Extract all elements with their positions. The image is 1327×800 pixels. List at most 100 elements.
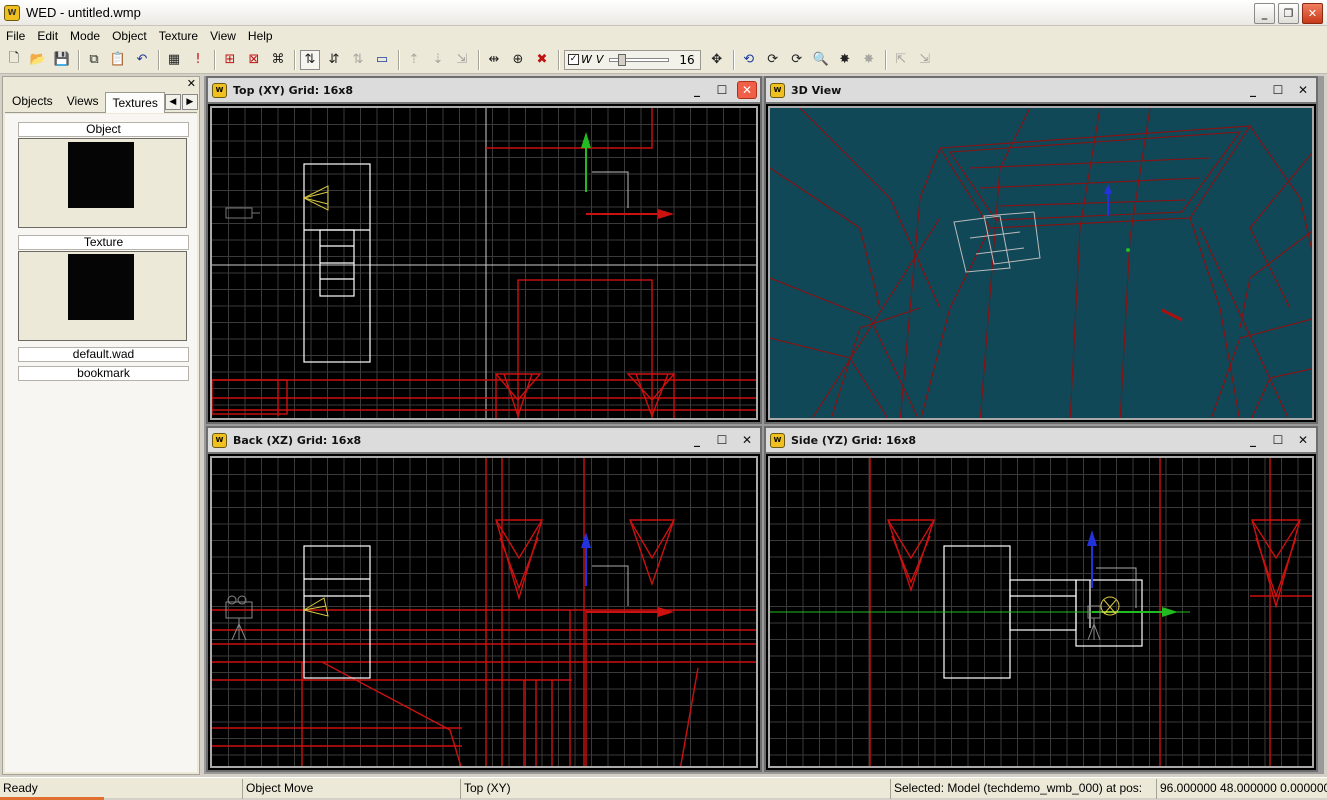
paste-icon[interactable]: 📋 <box>108 50 128 70</box>
viewport-canvas[interactable] <box>210 456 758 768</box>
maximize-icon[interactable]: ☐ <box>712 431 732 449</box>
open-folder-icon[interactable]: 📂 <box>28 50 48 70</box>
zoom-icon[interactable]: 🔍 <box>811 50 831 70</box>
new-file-icon[interactable]: 🗋 <box>4 50 24 70</box>
object-preview[interactable] <box>18 138 187 228</box>
walk-icon[interactable]: ⟳ <box>763 50 783 70</box>
move-up-icon[interactable]: ⇡ <box>404 50 424 70</box>
viewport-area: W Top (XY) Grid: 16x8 _ ☐ ✕ W 3D View _ … <box>204 76 1324 774</box>
viewport-title: Side (YZ) Grid: 16x8 <box>791 433 917 447</box>
mirror-icon[interactable]: ⇹ <box>484 50 504 70</box>
viewport-titlebar: W Top (XY) Grid: 16x8 _ ☐ ✕ <box>208 78 760 104</box>
grid-size-slider[interactable] <box>609 53 670 66</box>
wad-folder[interactable]: default.wad <box>18 347 189 362</box>
move-down-icon[interactable]: ⇣ <box>428 50 448 70</box>
viewport-titlebar: W Back (XZ) Grid: 16x8 _ ☐ ✕ <box>208 428 760 454</box>
align-right-icon[interactable]: ⇲ <box>915 50 935 70</box>
viewport-canvas[interactable] <box>768 106 1314 420</box>
vertex-mode-icon[interactable]: ⇅ <box>348 50 368 70</box>
menu-help[interactable]: Help <box>242 29 279 43</box>
tab-textures[interactable]: Textures <box>105 92 165 113</box>
viewport-titlebar: W 3D View _ ☐ ✕ <box>766 78 1316 104</box>
scale-icon[interactable]: ⇲ <box>452 50 472 70</box>
close-icon[interactable]: ✕ <box>737 431 757 449</box>
red-brushes-3d <box>770 108 1312 418</box>
texture-fit-icon[interactable]: ⌘ <box>268 50 288 70</box>
copy-icon[interactable]: ⧉ <box>84 50 104 70</box>
grid-lines <box>212 108 756 418</box>
restore-button[interactable]: ❐ <box>1278 3 1299 24</box>
toolbar-separator <box>294 49 295 70</box>
add-object-icon[interactable]: ⊕ <box>508 50 528 70</box>
align-left-icon[interactable]: ⇱ <box>891 50 911 70</box>
viewport-canvas[interactable] <box>210 106 758 420</box>
grid-size-value: 16 <box>679 52 695 67</box>
viewport-controls: _ ☐ ✕ <box>687 431 757 449</box>
map-properties-icon[interactable]: ⊞ <box>220 50 240 70</box>
minimize-button[interactable]: _ <box>1254 3 1275 24</box>
minimize-icon[interactable]: _ <box>1243 81 1263 99</box>
menu-texture[interactable]: Texture <box>153 29 204 43</box>
menu-mode[interactable]: Mode <box>64 29 106 43</box>
light-icon[interactable]: ✸ <box>859 50 879 70</box>
panel-close-icon[interactable]: ✕ <box>187 77 196 90</box>
build-icon[interactable]: ▦ <box>164 50 184 70</box>
minimize-icon[interactable]: _ <box>687 431 707 449</box>
maximize-icon[interactable]: ☐ <box>1268 431 1288 449</box>
delete-object-icon[interactable]: ✖ <box>532 50 552 70</box>
menu-file[interactable]: File <box>0 29 31 43</box>
slider-knob[interactable] <box>618 53 627 66</box>
close-button[interactable]: ✕ <box>1302 3 1323 24</box>
undo-icon[interactable]: ↶ <box>132 50 152 70</box>
rectangle-select-icon[interactable]: ▭ <box>372 50 392 70</box>
window-controls: _ ❐ ✕ <box>1254 3 1323 24</box>
viewport-3d[interactable]: W 3D View _ ☐ ✕ <box>764 76 1318 424</box>
close-icon[interactable]: ✕ <box>737 81 757 99</box>
remove-block-icon[interactable]: ⊠ <box>244 50 264 70</box>
minimize-icon[interactable]: _ <box>687 81 707 99</box>
bookmark-folder[interactable]: bookmark <box>18 366 189 381</box>
toolbar-separator <box>158 49 159 70</box>
group-mode-icon[interactable]: ⇵ <box>324 50 344 70</box>
status-bar: Ready Object Move Top (XY) Selected: Mod… <box>0 777 1327 800</box>
menu-bar: File Edit Mode Object Texture View Help <box>0 26 1327 46</box>
close-icon[interactable]: ✕ <box>1293 81 1313 99</box>
snap-checkbox[interactable]: ✓ <box>568 54 579 65</box>
viewport-back[interactable]: W Back (XZ) Grid: 16x8 _ ☐ ✕ <box>206 426 762 772</box>
toolbar-separator <box>78 49 79 70</box>
camera-icon[interactable]: ✸ <box>835 50 855 70</box>
menu-view[interactable]: View <box>204 29 242 43</box>
viewport-top[interactable]: W Top (XY) Grid: 16x8 _ ☐ ✕ <box>206 76 762 424</box>
viewport-title: Back (XZ) Grid: 16x8 <box>233 433 362 447</box>
wire-toggle[interactable]: W <box>581 53 592 66</box>
camera-marker-back <box>592 565 629 606</box>
maximize-icon[interactable]: ☐ <box>1268 81 1288 99</box>
tab-right-arrow-icon[interactable]: ▶ <box>181 94 198 110</box>
viewport-titlebar: W Side (YZ) Grid: 16x8 _ ☐ ✕ <box>766 428 1316 454</box>
viewport-canvas[interactable] <box>768 456 1314 768</box>
tab-objects[interactable]: Objects <box>5 90 60 112</box>
wed-viewport-icon: W <box>212 432 227 448</box>
wed-viewport-icon: W <box>770 82 785 98</box>
fly-icon[interactable]: ⟳ <box>787 50 807 70</box>
toolbar-separator <box>732 49 734 70</box>
tab-left-arrow-icon[interactable]: ◀ <box>164 94 181 110</box>
menu-object[interactable]: Object <box>106 29 153 43</box>
close-icon[interactable]: ✕ <box>1293 431 1313 449</box>
back-view-wireframe <box>212 458 756 766</box>
tab-views[interactable]: Views <box>60 90 106 112</box>
run-icon[interactable]: ! <box>188 50 208 70</box>
toolbar-separator <box>478 49 479 70</box>
viewport-side[interactable]: W Side (YZ) Grid: 16x8 _ ☐ ✕ <box>764 426 1318 772</box>
texture-preview[interactable] <box>18 251 187 341</box>
panel-tabs: Objects Views Textures ◀ ▶ <box>5 90 198 113</box>
view-toggle[interactable]: V <box>596 53 604 66</box>
rotate-view-icon[interactable]: ⟲ <box>739 50 759 70</box>
menu-edit[interactable]: Edit <box>31 29 64 43</box>
select-mode-icon[interactable]: ⇅ <box>300 49 320 70</box>
save-icon[interactable]: 💾 <box>52 50 72 70</box>
minimize-icon[interactable]: _ <box>1243 431 1263 449</box>
maximize-icon[interactable]: ☐ <box>712 81 732 99</box>
viewport-controls: _ ☐ ✕ <box>1243 81 1313 99</box>
move-cross-icon[interactable]: ✥ <box>707 50 727 70</box>
